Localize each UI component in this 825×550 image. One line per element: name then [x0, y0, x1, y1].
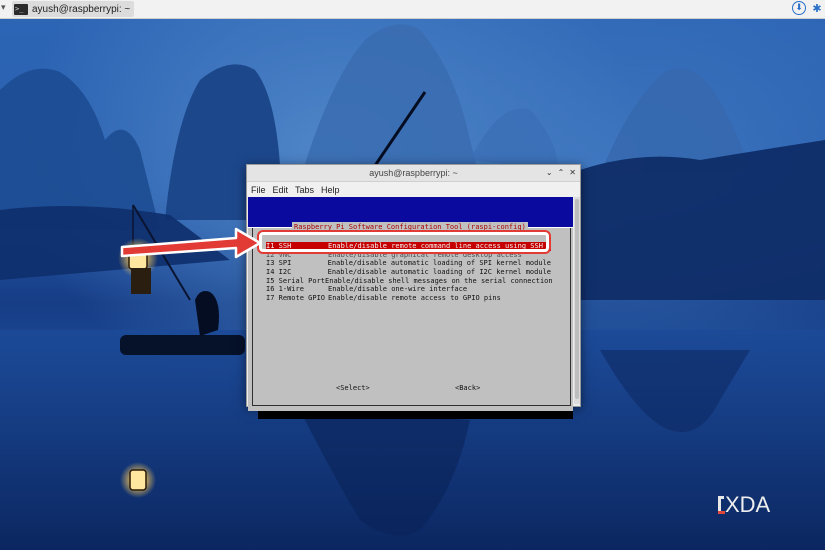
- option-description: Enable/disable automatic loading of SPI …: [327, 259, 551, 268]
- option-spi[interactable]: I3 SPI Enable/disable automatic loading …: [266, 259, 551, 268]
- close-icon[interactable]: ✕: [569, 165, 576, 181]
- option-i2c[interactable]: I4 I2C Enable/disable automatic loading …: [266, 268, 551, 277]
- app-menu-button[interactable]: ▾: [1, 2, 10, 15]
- menu-help[interactable]: Help: [321, 185, 340, 195]
- terminal-screen[interactable]: Raspberry Pi Software Configuration Tool…: [248, 197, 573, 419]
- option-serial-port[interactable]: I5 Serial Port Enable/disable shell mess…: [266, 276, 553, 286]
- window-controls: ⌄ ⌃ ✕: [546, 165, 576, 181]
- option-code: I6 1-Wire: [266, 285, 304, 294]
- option-remote-gpio[interactable]: I7 Remote GPIO Enable/disable remote acc…: [266, 294, 551, 303]
- xda-logo-mark: [718, 496, 725, 514]
- menu-file[interactable]: File: [251, 185, 266, 195]
- option-1-wire[interactable]: I6 1-Wire Enable/disable one-wire interf…: [266, 285, 551, 294]
- option-description: Enable/disable one-wire interface: [328, 285, 468, 294]
- option-description: Enable/disable automatic loading of I2C …: [327, 268, 551, 277]
- dialog-title: Raspberry Pi Software Configuration Tool…: [292, 222, 528, 232]
- menu-edit[interactable]: Edit: [273, 185, 289, 195]
- desktop-wallpaper: ▾ >_ ayush@raspberrypi: ~ ⬇ ✱ ayush@rasp…: [0, 0, 825, 550]
- xda-wordmark: XDA: [725, 492, 771, 517]
- terminal-window[interactable]: ayush@raspberrypi: ~ ⌄ ⌃ ✕ File Edit Tab…: [246, 164, 581, 419]
- option-code: I3 SPI: [266, 259, 292, 268]
- option-code: I7 Remote GPIO: [266, 294, 326, 303]
- option-description: Enable/disable remote access to GPIO pin…: [328, 294, 501, 303]
- select-button[interactable]: <Select>: [336, 384, 370, 393]
- menu-tabs[interactable]: Tabs: [295, 185, 314, 195]
- minimize-icon[interactable]: ⌄: [546, 165, 553, 181]
- bluetooth-icon[interactable]: ✱: [812, 1, 822, 16]
- maximize-icon[interactable]: ⌃: [558, 165, 565, 181]
- raspi-config-dialog: Raspberry Pi Software Configuration Tool…: [248, 222, 573, 411]
- terminal-titlebar[interactable]: ayush@raspberrypi: ~ ⌄ ⌃ ✕: [247, 165, 580, 182]
- taskbar-item-label: ayush@raspberrypi: ~: [32, 3, 131, 15]
- xda-watermark: XDA: [718, 492, 770, 518]
- back-button[interactable]: <Back>: [455, 384, 480, 393]
- terminal-scrollbar[interactable]: [574, 197, 580, 404]
- option-code: I4 I2C: [266, 268, 292, 277]
- download-icon[interactable]: ⬇: [792, 1, 806, 15]
- option-description: Enable/disable shell messages on the ser…: [325, 276, 553, 285]
- option-code: I5 Serial Port: [266, 276, 326, 285]
- window-title: ayush@raspberrypi: ~: [369, 168, 458, 178]
- taskbar-terminal-item[interactable]: >_ ayush@raspberrypi: ~: [12, 1, 135, 17]
- taskbar: ▾ >_ ayush@raspberrypi: ~ ⬇ ✱: [0, 0, 825, 19]
- scrollbar-thumb[interactable]: [575, 199, 579, 399]
- terminal-icon: >_: [14, 3, 28, 15]
- highlight-box: [257, 230, 551, 254]
- terminal-menubar: File Edit Tabs Help: [247, 182, 580, 197]
